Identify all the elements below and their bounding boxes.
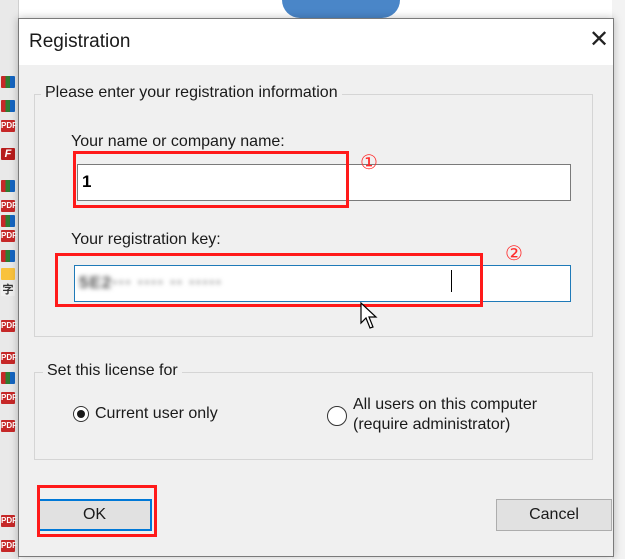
pdf-file-icon: PDF (1, 420, 17, 432)
text-file-icon: 字 (1, 284, 15, 296)
radio-all-users[interactable]: All users on this computer (require admi… (327, 395, 537, 435)
pdf-file-icon: PDF (1, 230, 17, 242)
cursor-icon (360, 302, 378, 329)
radio-current-user-button[interactable] (73, 406, 89, 422)
file-icon (1, 76, 15, 88)
radio-current-user-label: Current user only (95, 405, 218, 422)
key-label: Your registration key: (71, 231, 221, 248)
pdf-file-icon: PDF (1, 120, 17, 132)
name-label: Your name or company name: (71, 133, 285, 150)
title-bar: Registration ✕ (19, 19, 613, 65)
license-legend: Set this license for (43, 362, 182, 380)
radio-current-user[interactable]: Current user only (73, 404, 218, 424)
file-icon (1, 215, 15, 227)
close-icon[interactable]: ✕ (585, 27, 613, 55)
cancel-button[interactable]: Cancel (496, 499, 612, 531)
radio-all-users-button[interactable] (327, 406, 347, 426)
folder-icon (1, 268, 15, 280)
app-file-icon: F (1, 148, 15, 160)
file-icon (1, 372, 15, 384)
background-image-fragment (282, 0, 400, 18)
background-file-list: PDF F PDF PDF 字 PDF PDF PDF PDF PDF PDF (0, 0, 19, 559)
annotation-box-name (73, 151, 349, 208)
annotation-box-ok (37, 485, 157, 537)
pdf-file-icon: PDF (1, 392, 17, 404)
pdf-file-icon: PDF (1, 352, 17, 364)
pdf-file-icon: PDF (1, 200, 17, 212)
file-icon (1, 250, 15, 262)
annotation-marker-1: ① (360, 152, 378, 174)
file-icon (1, 100, 15, 112)
registration-info-legend: Please enter your registration informati… (41, 84, 342, 102)
dialog-title: Registration (29, 31, 131, 52)
annotation-marker-2: ② (505, 243, 523, 265)
pdf-file-icon: PDF (1, 320, 17, 332)
file-icon (1, 180, 15, 192)
radio-all-users-label: All users on this computer (require admi… (353, 396, 538, 433)
pdf-file-icon: PDF (1, 540, 17, 552)
annotation-box-key (55, 253, 483, 307)
pdf-file-icon: PDF (1, 515, 17, 527)
